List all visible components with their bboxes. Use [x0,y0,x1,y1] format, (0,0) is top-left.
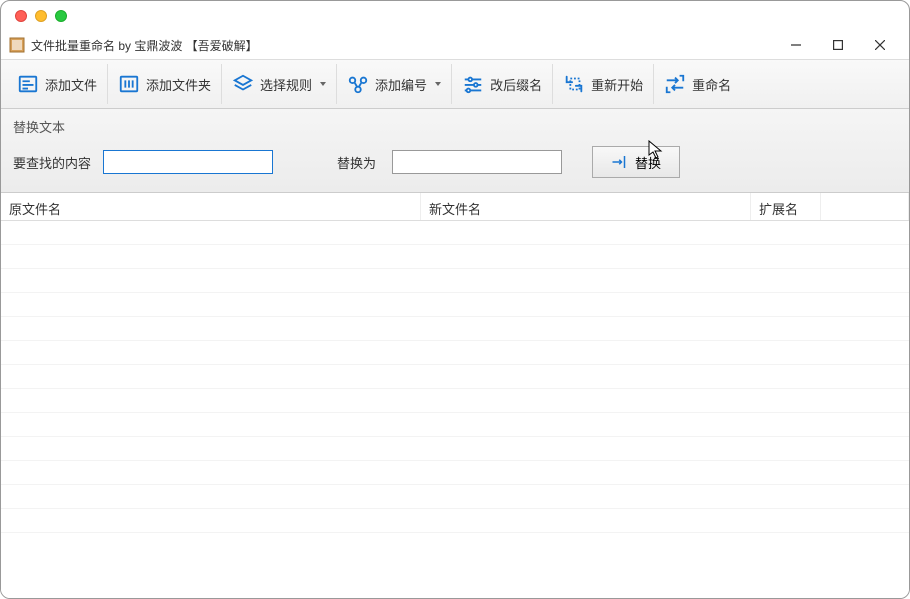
rename-label: 重命名 [692,75,731,94]
window-controls [775,31,901,59]
change-ext-label: 改后缀名 [490,75,542,94]
replace-button-label: 替换 [635,153,661,172]
close-button[interactable] [859,31,901,59]
file-add-icon [17,73,39,95]
table-row [1,485,909,509]
table-row [1,341,909,365]
replace-section-title: 替换文本 [13,117,897,136]
app-title: 文件批量重命名 by 宝鼎波波 【吾爱破解】 [31,37,775,54]
table-body[interactable] [1,221,909,598]
add-number-label: 添加编号 [375,75,427,94]
file-table: 原文件名 新文件名 扩展名 [1,193,909,598]
restart-label: 重新开始 [591,75,643,94]
add-file-button[interactable]: 添加文件 [7,64,108,104]
app-window: 文件批量重命名 by 宝鼎波波 【吾爱破解】 添加文件 [0,0,910,599]
layers-icon [232,73,254,95]
maximize-button[interactable] [817,31,859,59]
change-ext-button[interactable]: 改后缀名 [452,64,553,104]
add-folder-button[interactable]: 添加文件夹 [108,64,222,104]
rename-icon [664,73,686,95]
replace-input[interactable] [392,150,562,174]
table-row [1,509,909,533]
table-row [1,221,909,245]
mac-minimize-button[interactable] [35,10,47,22]
replace-button[interactable]: 替换 [592,146,680,178]
select-rule-button[interactable]: 选择规则 [222,64,337,104]
rename-button[interactable]: 重命名 [654,64,741,104]
column-spare [821,193,909,220]
chevron-down-icon [320,82,326,86]
table-row [1,437,909,461]
replace-panel: 替换文本 要查找的内容 替换为 替换 [1,109,909,193]
add-folder-label: 添加文件夹 [146,75,211,94]
minimize-button[interactable] [775,31,817,59]
chevron-down-icon [435,82,441,86]
replace-with-label: 替换为 [337,153,376,172]
table-row [1,461,909,485]
find-input[interactable] [103,150,273,174]
table-header: 原文件名 新文件名 扩展名 [1,193,909,221]
column-original[interactable]: 原文件名 [1,193,421,220]
app-icon [9,37,25,53]
toolbar: 添加文件 添加文件夹 选择规则 [1,59,909,109]
table-row [1,365,909,389]
table-row [1,389,909,413]
mac-close-button[interactable] [15,10,27,22]
restart-icon [563,73,585,95]
add-file-label: 添加文件 [45,75,97,94]
sliders-icon [462,73,484,95]
select-rule-label: 选择规则 [260,75,312,94]
nodes-icon [347,73,369,95]
table-row [1,245,909,269]
column-new[interactable]: 新文件名 [421,193,751,220]
folder-icon [118,73,140,95]
add-number-button[interactable]: 添加编号 [337,64,452,104]
table-row [1,413,909,437]
replace-icon [611,153,629,171]
table-row [1,293,909,317]
mac-zoom-button[interactable] [55,10,67,22]
table-row [1,317,909,341]
table-row [1,269,909,293]
replace-row: 要查找的内容 替换为 替换 [13,146,897,178]
mac-titlebar [1,1,909,31]
column-ext[interactable]: 扩展名 [751,193,821,220]
restart-button[interactable]: 重新开始 [553,64,654,104]
find-label: 要查找的内容 [13,153,91,172]
app-titlebar: 文件批量重命名 by 宝鼎波波 【吾爱破解】 [1,31,909,59]
